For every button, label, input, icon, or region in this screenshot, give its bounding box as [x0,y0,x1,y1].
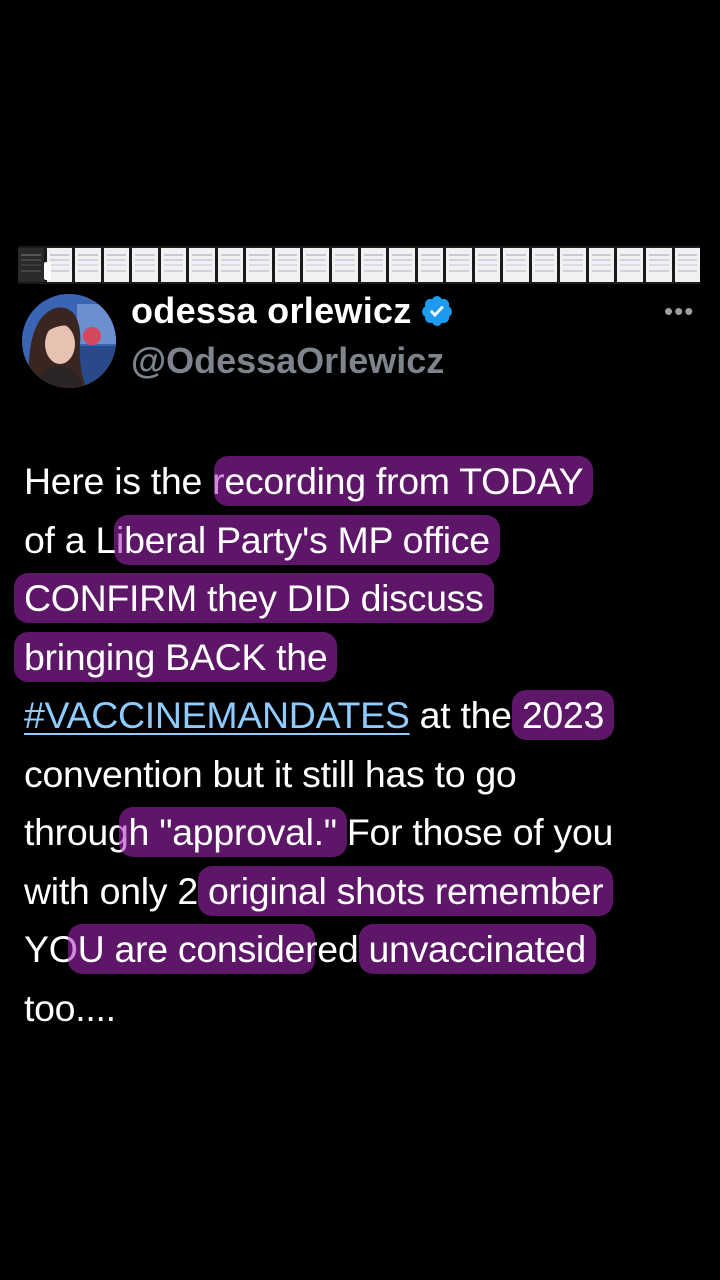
scrub-handle[interactable] [44,262,51,280]
tweet-line: too.... [24,979,704,1038]
thumbnail [18,248,44,282]
thumbnail [417,248,444,282]
avatar[interactable] [22,294,116,388]
highlighted-segment: unvaccinated [358,924,596,974]
text-segment: convention but it still has to go [24,752,517,795]
text-segment: Here is the r [24,460,225,502]
thumbnail [217,248,244,282]
tweet-text: Here is the recording from TODAY of a Li… [14,452,704,1038]
tweet-line: bringing BACK the [14,628,704,687]
highlighted-segment: 2023 [511,690,615,740]
thumbnail-strip [18,246,700,284]
thumbnail [446,248,472,282]
thumbnail [189,248,215,282]
text-segment: throug [24,811,129,853]
highlighted-segment: h "approval." [118,807,347,857]
user-handle[interactable]: @OdessaOrlewicz [131,340,444,382]
highlighted-segment: original shots remember [198,865,614,916]
thumbnail [617,248,644,282]
thumbnail [360,248,387,282]
display-name[interactable]: odessa orlewicz [131,290,454,332]
tweet-line: of a Liberal Party's MP office [24,511,704,570]
verified-badge-icon [420,294,454,328]
thumbnail [132,248,158,282]
tweet-line: with only 2 original shots remember [24,862,704,921]
highlighted-segment: U are conside [67,924,316,974]
highlighted-segment: beral Party's MP office [114,514,500,565]
tweet-line: convention but it still has to go [24,745,704,804]
thumbnail [389,248,415,282]
thumbnail [160,248,187,282]
tweet-line: YOU are considered unvaccinated [24,920,704,979]
thumbnail [75,248,101,282]
thumbnail [474,248,501,282]
thumbnail [588,248,615,282]
more-options-icon[interactable]: ••• [664,296,694,327]
highlighted-segment: CONFIRM they DID discuss [14,573,494,623]
thumbnail [503,248,529,282]
text-segment: of a Li [24,518,125,561]
thumbnail [674,248,700,282]
thumbnail [560,248,586,282]
text-segment: For those of you [336,811,614,853]
thumbnail [646,248,672,282]
thumbnail [303,248,330,282]
thumbnail [274,248,301,282]
tweet-line: CONFIRM they DID discuss [14,569,704,628]
hashtag-link[interactable]: #VACCINEMANDATES [24,694,410,736]
highlighted-segment: bringing BACK the [14,631,338,682]
text-segment: at the [409,694,522,736]
highlighted-segment: ecording from TODAY [214,456,594,506]
text-segment: with only 2 [24,869,208,912]
thumbnail [531,248,558,282]
avatar-image [22,294,116,388]
display-name-text: odessa orlewicz [131,290,412,331]
tweet-line: Here is the recording from TODAY [24,452,704,511]
tweet-line: #VACCINEMANDATES at the 2023 [24,686,704,745]
thumbnail [246,248,272,282]
tweet-line: through "approval." For those of you [24,803,704,862]
thumbnail [103,248,130,282]
thumbnail [332,248,358,282]
text-segment: too.... [24,986,116,1029]
